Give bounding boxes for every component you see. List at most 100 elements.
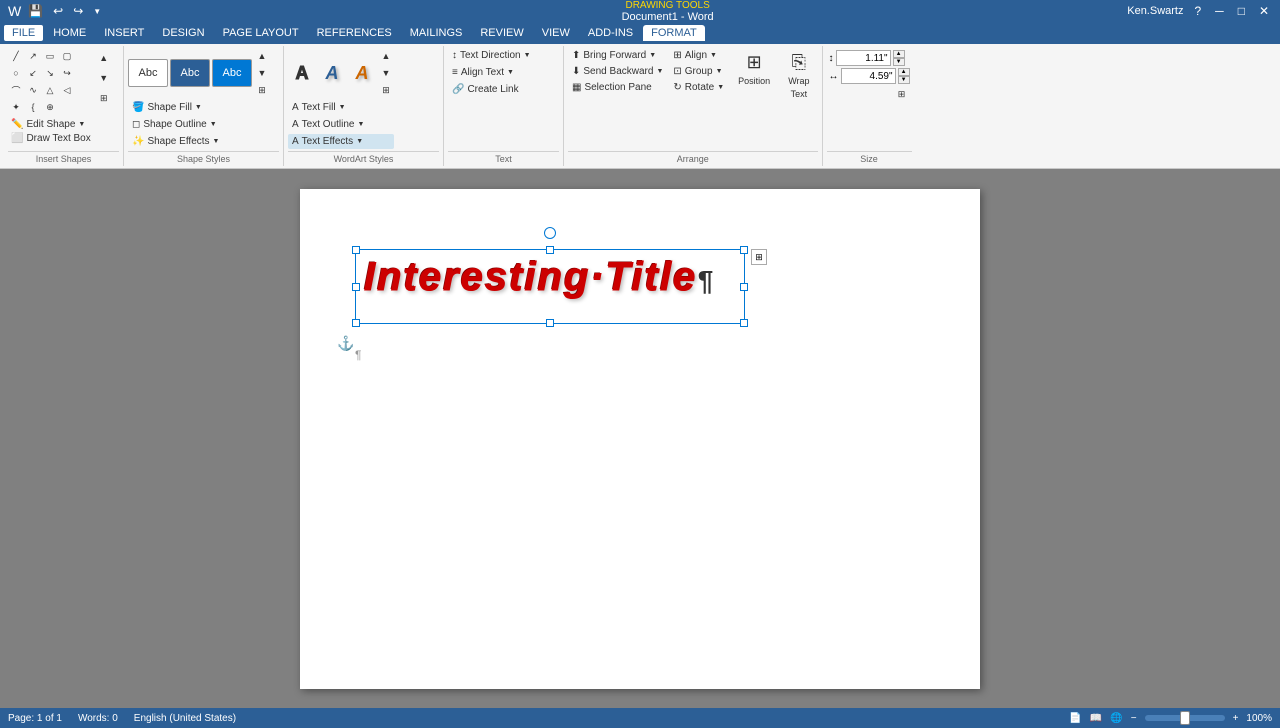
text-outline-btn[interactable]: A Text Outline ▼ — [288, 117, 394, 132]
styles-expand[interactable]: ⊞ — [254, 82, 270, 98]
shapes-scroll-down[interactable]: ▼ — [96, 68, 112, 88]
shape-style-3[interactable]: Abc — [212, 59, 252, 87]
shape-oval[interactable]: ○ — [8, 65, 24, 81]
word-count: Words: 0 — [78, 713, 118, 724]
size-label: Size — [827, 151, 912, 164]
menu-bar: FILE HOME INSERT DESIGN PAGE LAYOUT REFE… — [0, 22, 1280, 44]
quick-access-undo[interactable]: ↩ — [50, 3, 66, 19]
create-link-btn[interactable]: 🔗 Create Link — [448, 82, 535, 97]
minimize-btn[interactable]: ─ — [1212, 3, 1227, 19]
styles-scroll-up[interactable]: ▲ — [254, 48, 270, 64]
textbox-selection[interactable]: Interesting·Title — [355, 249, 745, 324]
height-down[interactable]: ▼ — [893, 58, 905, 66]
link-icon: 🔗 — [452, 84, 464, 95]
text-outline-icon: A — [292, 119, 299, 130]
wordart-expand[interactable]: ⊞ — [378, 82, 394, 98]
group-btn[interactable]: ⊡ Group ▼ — [669, 64, 728, 79]
wrap-text-btn[interactable]: ⎘ Wrap Text — [784, 50, 813, 101]
shape-styles-label: Shape Styles — [128, 151, 279, 164]
menu-insert[interactable]: INSERT — [96, 25, 152, 41]
shape-dr[interactable]: ↘ — [42, 65, 58, 81]
text-fill-btn[interactable]: A Text Fill ▼ — [288, 100, 394, 115]
handle-bottom-left[interactable] — [352, 319, 360, 327]
handle-bottom-center[interactable] — [546, 319, 554, 327]
height-input[interactable] — [836, 50, 891, 66]
handle-bottom-right[interactable] — [740, 319, 748, 327]
align-btn[interactable]: ⊞ Align ▼ — [669, 48, 728, 63]
shape-star[interactable]: ✦ — [8, 99, 24, 115]
menu-addins[interactable]: ADD-INS — [580, 25, 641, 41]
shape-fill-btn[interactable]: 🪣 Shape Fill ▼ — [128, 100, 270, 115]
page[interactable]: Interesting·Title ⊞ ⚓ ¶ — [300, 189, 980, 689]
view-print-icon[interactable]: 📄 — [1069, 713, 1081, 724]
menu-page-layout[interactable]: PAGE LAYOUT — [215, 25, 307, 41]
wordart-scroll-up[interactable]: ▲ — [378, 48, 394, 64]
shape-arrow[interactable]: ↗ — [25, 48, 41, 64]
quick-access-save[interactable]: 💾 — [25, 3, 46, 19]
menu-references[interactable]: REFERENCES — [309, 25, 400, 41]
menu-review[interactable]: REVIEW — [472, 25, 531, 41]
shape-rounded-rect[interactable]: ▢ — [59, 48, 75, 64]
textbox-title[interactable]: Interesting·Title — [356, 250, 744, 305]
layout-options-btn[interactable]: ⊞ — [751, 249, 767, 265]
zoom-in-btn[interactable]: + — [1233, 713, 1239, 724]
shape-bracket[interactable]: { — [25, 99, 41, 115]
menu-design[interactable]: DESIGN — [154, 25, 212, 41]
shape-outline-btn[interactable]: ◻ Shape Outline ▼ — [128, 117, 270, 132]
menu-format[interactable]: FORMAT — [643, 25, 705, 41]
wordart-scroll-down[interactable]: ▼ — [378, 65, 394, 81]
draw-textbox-btn[interactable]: ⬜ Draw Text Box — [8, 132, 94, 145]
menu-home[interactable]: HOME — [45, 25, 94, 41]
help-btn[interactable]: ? — [1191, 3, 1204, 19]
height-up[interactable]: ▲ — [893, 50, 905, 58]
quick-access-more[interactable]: ▼ — [90, 6, 104, 17]
width-down[interactable]: ▼ — [898, 76, 910, 84]
size-expand[interactable]: ⊞ — [894, 86, 910, 102]
shape-more[interactable]: ⊕ — [42, 99, 58, 115]
shape-dl[interactable]: ↙ — [25, 65, 41, 81]
align-text-btn[interactable]: ≡ Align Text ▼ — [448, 65, 535, 80]
view-reading-icon[interactable]: 📖 — [1090, 713, 1102, 724]
shape-curve[interactable]: ⌒ — [8, 82, 24, 98]
shape-style-1[interactable]: Abc — [128, 59, 168, 87]
document-title: Document1 - Word — [622, 11, 714, 23]
view-web-icon[interactable]: 🌐 — [1110, 713, 1122, 724]
menu-mailings[interactable]: MAILINGS — [402, 25, 471, 41]
styles-scroll-down[interactable]: ▼ — [254, 65, 270, 81]
send-backward-btn[interactable]: ⬇ Send Backward ▼ — [568, 64, 667, 79]
shape-rect[interactable]: ▭ — [42, 48, 58, 64]
width-icon: ↔ — [829, 71, 839, 82]
shape-style-2[interactable]: Abc — [170, 59, 210, 87]
bring-forward-btn[interactable]: ⬆ Bring Forward ▼ — [568, 48, 667, 63]
shape-freeform[interactable]: ∿ — [25, 82, 41, 98]
wordart-style-3[interactable]: A — [348, 59, 376, 87]
rotate-handle[interactable] — [544, 227, 556, 239]
shapes-expand[interactable]: ⊞ — [96, 88, 112, 108]
shape-tri[interactable]: △ — [42, 82, 58, 98]
zoom-out-btn[interactable]: − — [1131, 713, 1137, 724]
quick-access-redo[interactable]: ↪ — [70, 3, 86, 19]
selection-pane-btn[interactable]: ▦ Selection Pane — [568, 80, 667, 95]
width-up[interactable]: ▲ — [898, 68, 910, 76]
menu-file[interactable]: FILE — [4, 25, 43, 41]
width-input[interactable] — [841, 68, 896, 84]
rotate-btn[interactable]: ↻ Rotate ▼ — [669, 80, 728, 95]
shape-rtri[interactable]: ◁ — [59, 82, 75, 98]
menu-view[interactable]: VIEW — [534, 25, 578, 41]
document-area[interactable]: Interesting·Title ⊞ ⚓ ¶ — [0, 169, 1280, 708]
text-effects-btn[interactable]: A Text Effects ▼ — [288, 134, 394, 149]
maximize-btn[interactable]: □ — [1235, 3, 1248, 19]
effects-icon: ✨ — [132, 136, 144, 147]
position-btn[interactable]: ⊞ Position — [734, 50, 774, 88]
text-direction-btn[interactable]: ↕ Text Direction ▼ — [448, 48, 535, 63]
wordart-style-1[interactable]: A — [288, 59, 316, 87]
shapes-scroll-up[interactable]: ▲ — [96, 48, 112, 68]
shape-effects-btn[interactable]: ✨ Shape Effects ▼ — [128, 134, 270, 149]
textbox-container[interactable]: Interesting·Title ⊞ ⚓ ¶ — [355, 249, 745, 344]
zoom-slider[interactable] — [1180, 711, 1190, 725]
close-btn[interactable]: ✕ — [1256, 3, 1272, 19]
edit-shape-btn[interactable]: ✏️ Edit Shape ▼ — [8, 118, 88, 131]
shape-bent[interactable]: ↪ — [59, 65, 75, 81]
wordart-style-2[interactable]: A — [318, 59, 346, 87]
shape-line[interactable]: ╱ — [8, 48, 24, 64]
